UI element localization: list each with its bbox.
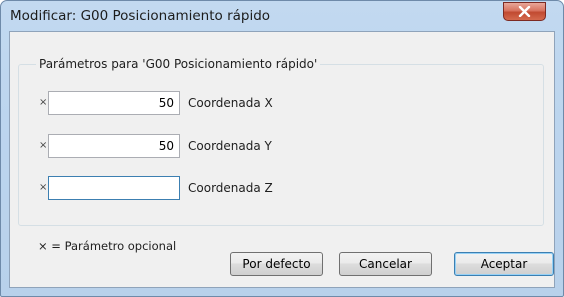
- optional-marker: ×: [39, 182, 48, 193]
- close-icon: [518, 6, 531, 17]
- optional-marker: ×: [39, 97, 48, 108]
- defaults-button[interactable]: Por defecto: [230, 252, 323, 276]
- groupbox-legend: Parámetros para 'G00 Posicionamiento ráp…: [36, 57, 321, 71]
- accept-button[interactable]: Aceptar: [454, 252, 554, 276]
- coordinate-y-input[interactable]: [48, 134, 180, 158]
- window-title: Modificar: G00 Posicionamiento rápido: [10, 8, 271, 24]
- close-button[interactable]: [503, 2, 546, 21]
- coordinate-x-label: Coordenada X: [188, 96, 273, 110]
- title-bar[interactable]: Modificar: G00 Posicionamiento rápido: [1, 1, 563, 31]
- optional-parameter-note: × = Parámetro opcional: [38, 239, 177, 253]
- coordinate-x-input[interactable]: [48, 91, 180, 115]
- coordinate-y-label: Coordenada Y: [188, 139, 272, 153]
- dialog-window: Modificar: G00 Posicionamiento rápido Pa…: [0, 0, 564, 297]
- coordinate-z-input[interactable]: [48, 176, 180, 200]
- optional-marker: ×: [39, 140, 48, 151]
- coordinate-z-label: Coordenada Z: [188, 181, 273, 195]
- cancel-button[interactable]: Cancelar: [339, 252, 432, 276]
